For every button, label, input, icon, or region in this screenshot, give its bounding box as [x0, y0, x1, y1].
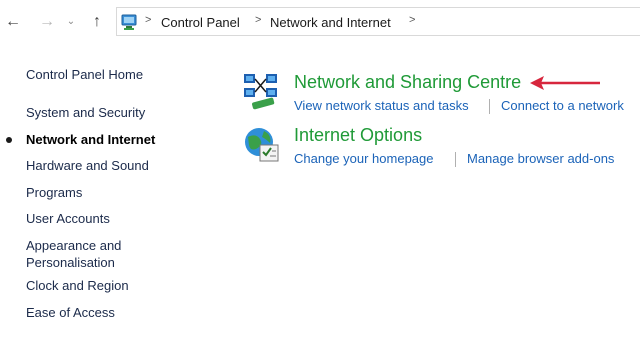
- forward-button[interactable]: →: [36, 12, 58, 32]
- breadcrumb-control-panel[interactable]: Control Panel: [161, 15, 240, 30]
- connect-to-network-link[interactable]: Connect to a network: [501, 98, 624, 113]
- arrow-left-icon: ←: [5, 13, 21, 30]
- sidebar-item-system-and-security[interactable]: System and Security: [26, 104, 206, 121]
- sidebar-item-user-accounts[interactable]: User Accounts: [26, 210, 206, 227]
- up-button[interactable]: ↑: [86, 12, 108, 32]
- chevron-right-icon: >: [145, 14, 152, 26]
- navigation-bar: ← → ⌄ ↑ > Control Panel > Network and In…: [0, 0, 640, 45]
- view-network-status-link[interactable]: View network status and tasks: [294, 98, 469, 113]
- chevron-right-icon: >: [255, 14, 262, 26]
- manage-browser-addons-link[interactable]: Manage browser add-ons: [467, 151, 614, 166]
- control-panel-window: ← → ⌄ ↑ > Control Panel > Network and In…: [0, 0, 640, 356]
- recent-locations-button[interactable]: ⌄: [64, 12, 78, 32]
- link-separator: [455, 152, 456, 167]
- sidebar-item-clock-and-region[interactable]: Clock and Region: [26, 277, 206, 294]
- breadcrumb-network-and-internet[interactable]: Network and Internet: [270, 15, 391, 30]
- sidebar-item-hardware-and-sound[interactable]: Hardware and Sound: [26, 157, 206, 174]
- network-sharing-icon[interactable]: [242, 72, 282, 112]
- change-homepage-link[interactable]: Change your homepage: [294, 151, 434, 166]
- sidebar-item-appearance-and-personalisation[interactable]: Appearance and Personalisation: [26, 237, 136, 271]
- sidebar-item-programs[interactable]: Programs: [26, 184, 206, 201]
- annotation-arrow: [530, 76, 600, 90]
- internet-options-title[interactable]: Internet Options: [294, 125, 422, 146]
- active-item-bullet: [6, 137, 12, 143]
- address-bar[interactable]: > Control Panel > Network and Internet >: [116, 7, 640, 36]
- arrow-up-icon: ↑: [93, 13, 101, 30]
- link-separator: [489, 99, 490, 114]
- arrow-right-icon: →: [39, 13, 55, 30]
- sidebar-item-control-panel-home[interactable]: Control Panel Home: [26, 66, 206, 83]
- sidebar-item-ease-of-access[interactable]: Ease of Access: [26, 304, 206, 321]
- network-and-sharing-centre-title[interactable]: Network and Sharing Centre: [294, 72, 521, 93]
- control-panel-icon: [121, 14, 137, 30]
- sidebar-item-network-and-internet[interactable]: Network and Internet: [26, 131, 206, 148]
- internet-options-icon[interactable]: [242, 125, 282, 165]
- chevron-down-icon: ⌄: [66, 16, 76, 27]
- chevron-right-icon[interactable]: >: [409, 14, 415, 26]
- back-button[interactable]: ←: [2, 12, 24, 32]
